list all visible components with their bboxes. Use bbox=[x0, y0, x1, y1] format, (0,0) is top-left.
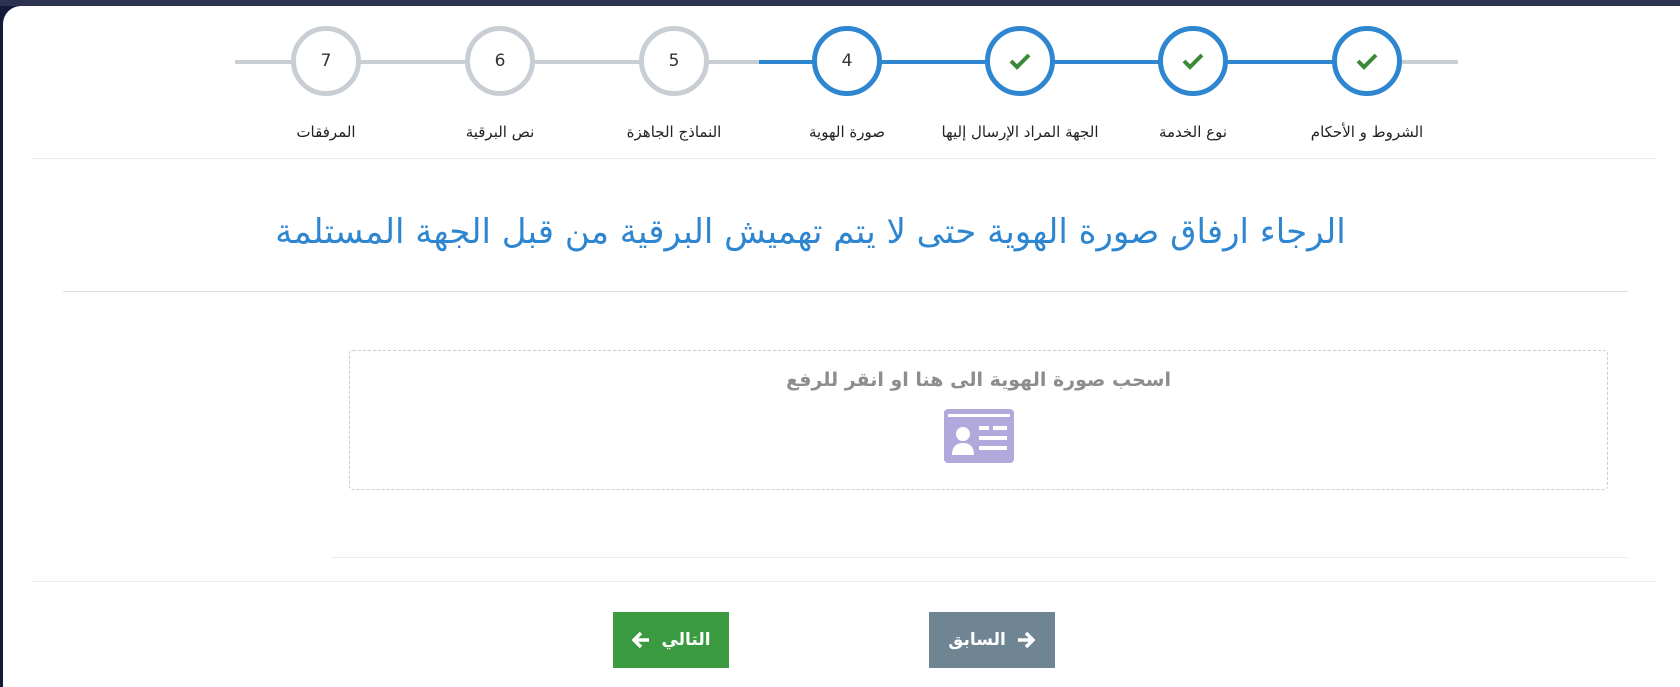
previous-label: السابق bbox=[948, 630, 1006, 650]
stepper: الشروط و الأحكام نوع الخدمة الجهة المراد… bbox=[3, 6, 1680, 176]
check-icon bbox=[1009, 53, 1031, 70]
step-label: الشروط و الأحكام bbox=[1310, 123, 1424, 141]
step-circle-2 bbox=[1158, 26, 1228, 96]
step-label: المرفقات bbox=[296, 123, 356, 141]
step-telegram-text[interactable]: 6 نص البرقية bbox=[415, 26, 585, 149]
step-id-image[interactable]: 4 صورة الهوية bbox=[762, 26, 932, 149]
footer-divider bbox=[33, 581, 1655, 582]
step-circle-6: 6 bbox=[465, 26, 535, 96]
step-circle-1 bbox=[1332, 26, 1402, 96]
step-label: نص البرقية bbox=[465, 123, 535, 141]
previous-button[interactable]: السابق bbox=[929, 612, 1055, 668]
id-image-dropzone[interactable]: اسحب صورة الهوية الى هنا او انقر للرفع bbox=[349, 350, 1608, 490]
step-terms[interactable]: الشروط و الأحكام bbox=[1282, 26, 1452, 149]
stepper-divider bbox=[33, 158, 1655, 159]
step-label: الجهة المراد الإرسال إليها bbox=[941, 123, 1099, 141]
id-card-icon bbox=[943, 409, 1014, 463]
check-icon bbox=[1182, 53, 1204, 70]
step-circle-7: 7 bbox=[291, 26, 361, 96]
step-circle-4: 4 bbox=[812, 26, 882, 96]
step-label: النماذج الجاهزة bbox=[626, 123, 722, 141]
dropzone-text: اسحب صورة الهوية الى هنا او انقر للرفع bbox=[785, 369, 1172, 391]
step-circle-3 bbox=[985, 26, 1055, 96]
step-label: نوع الخدمة bbox=[1158, 123, 1227, 141]
step-service-type[interactable]: نوع الخدمة bbox=[1108, 26, 1278, 149]
step-label: صورة الهوية bbox=[809, 123, 885, 141]
check-icon bbox=[1356, 53, 1378, 70]
next-label: التالي bbox=[661, 630, 711, 650]
next-button[interactable]: التالي bbox=[613, 612, 729, 668]
step-circle-5: 5 bbox=[639, 26, 709, 96]
step-recipient[interactable]: الجهة المراد الإرسال إليها bbox=[935, 26, 1105, 149]
form-divider bbox=[331, 557, 1628, 558]
step-attachments[interactable]: 7 المرفقات bbox=[241, 26, 411, 149]
arrow-left-icon bbox=[631, 631, 650, 649]
wizard-card: الشروط و الأحكام نوع الخدمة الجهة المراد… bbox=[3, 6, 1680, 687]
step-templates[interactable]: 5 النماذج الجاهزة bbox=[589, 26, 759, 149]
heading-divider bbox=[63, 291, 1628, 292]
arrow-right-icon bbox=[1017, 631, 1036, 649]
page-heading: الرجاء ارفاق صورة الهوية حتى لا يتم تهمي… bbox=[275, 212, 1346, 252]
